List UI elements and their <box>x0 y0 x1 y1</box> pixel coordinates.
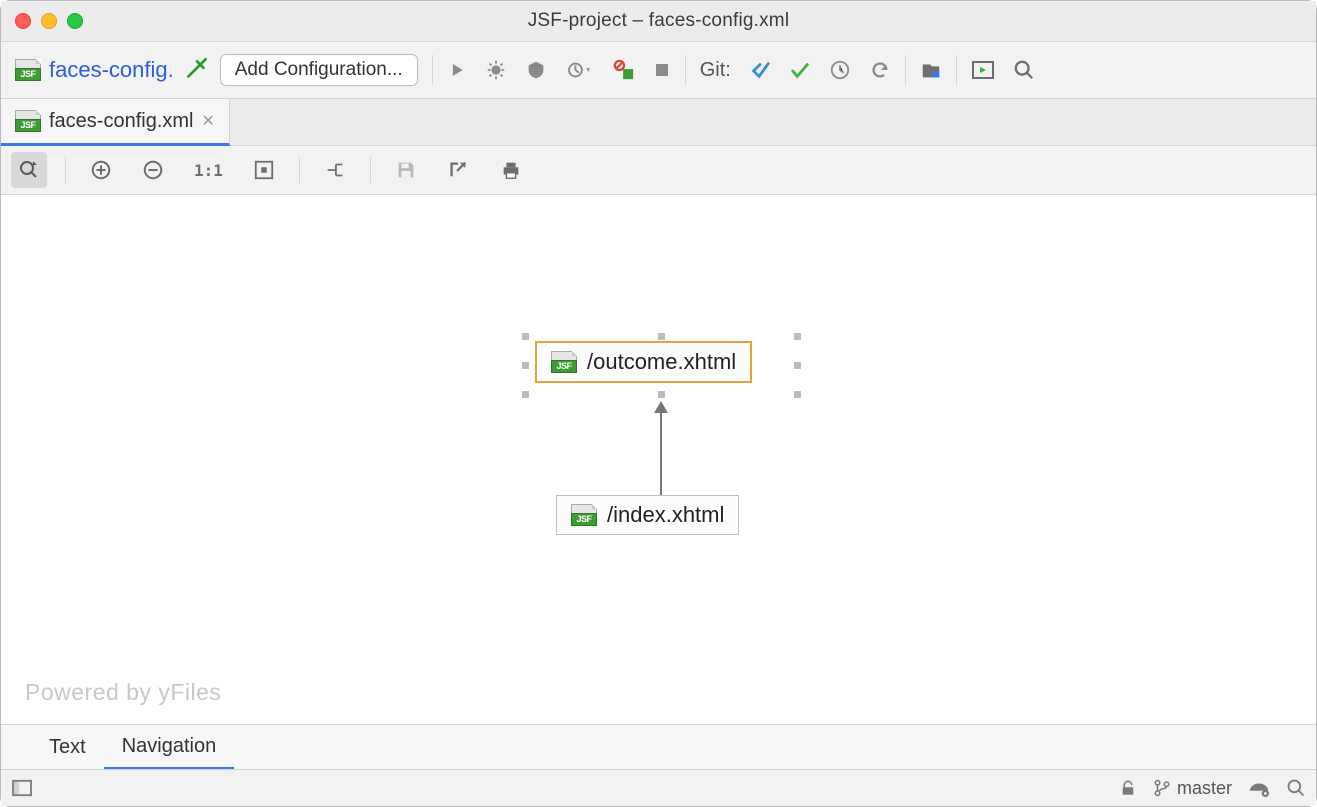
add-configuration-label: Add Configuration... <box>235 59 403 80</box>
zoom-window-button[interactable] <box>67 13 83 29</box>
ide-status-icon[interactable] <box>1248 778 1270 798</box>
separator <box>432 55 433 85</box>
git-label: Git: <box>700 59 731 82</box>
navigation-diagram-canvas[interactable]: JSF /outcome.xhtml JSF /index.xhtml Powe… <box>1 195 1316 724</box>
diagram-node-index[interactable]: JSF /index.xhtml <box>556 495 739 535</box>
editor-tab-label: faces-config.xml <box>49 110 194 133</box>
node-label: /index.xhtml <box>607 502 724 528</box>
diagram-node-outcome[interactable]: JSF /outcome.xhtml <box>535 341 752 383</box>
breadcrumb-file-label: faces-config. <box>49 57 174 83</box>
editor-tabbar: JSF faces-config.xml ✕ <box>1 99 1316 146</box>
build-hammer-icon[interactable] <box>184 57 210 83</box>
debug-icon[interactable] <box>485 59 507 81</box>
subtab-navigation-label: Navigation <box>122 735 217 758</box>
search-everywhere-icon[interactable] <box>1013 59 1035 81</box>
jsf-file-icon: JSF <box>551 351 577 373</box>
jsf-file-icon: JSF <box>571 504 597 526</box>
selection-handle[interactable] <box>794 333 801 340</box>
vcs-rollback-icon[interactable] <box>869 59 891 81</box>
git-branch-widget[interactable]: master <box>1153 778 1232 799</box>
powered-by-label: Powered by yFiles <box>25 679 221 706</box>
project-structure-icon[interactable] <box>920 59 942 81</box>
print-diagram-icon[interactable] <box>493 153 529 187</box>
save-diagram-icon[interactable] <box>389 153 423 187</box>
separator <box>299 157 300 183</box>
jsf-file-icon: JSF <box>15 59 41 81</box>
selection-handle[interactable] <box>522 362 529 369</box>
edge-arrowhead <box>654 401 668 413</box>
editor-tab-faces-config[interactable]: JSF faces-config.xml ✕ <box>1 99 230 146</box>
subtab-text-label: Text <box>49 736 86 759</box>
status-search-icon[interactable] <box>1286 778 1306 798</box>
selection-handle[interactable] <box>522 333 529 340</box>
separator <box>905 55 906 85</box>
minimize-window-button[interactable] <box>41 13 57 29</box>
selection-handle[interactable] <box>658 333 665 340</box>
git-branch-label: master <box>1177 778 1232 799</box>
refresh-diagram-icon[interactable] <box>11 152 47 188</box>
diagram-edge[interactable] <box>660 413 662 495</box>
main-toolbar: JSF faces-config. Add Configuration... G <box>1 42 1316 99</box>
stop-icon[interactable] <box>653 61 671 79</box>
window-controls <box>15 13 83 29</box>
stop-rerun-icon[interactable] <box>613 59 635 81</box>
fit-content-icon[interactable] <box>247 153 281 187</box>
vcs-group: Git: <box>700 59 891 82</box>
selection-handle[interactable] <box>658 391 665 398</box>
close-tab-icon[interactable]: ✕ <box>202 111 215 131</box>
window-title: JSF-project – faces-config.xml <box>1 10 1316 32</box>
right-tool-group <box>920 59 942 81</box>
subtab-navigation[interactable]: Navigation <box>104 725 235 770</box>
run-debug-group <box>447 59 671 81</box>
vcs-commit-icon[interactable] <box>789 59 811 81</box>
add-configuration-button[interactable]: Add Configuration... <box>220 54 418 86</box>
close-window-button[interactable] <box>15 13 31 29</box>
node-label: /outcome.xhtml <box>587 349 736 375</box>
subtab-text[interactable]: Text <box>31 725 104 769</box>
vcs-history-icon[interactable] <box>829 59 851 81</box>
nav-breadcrumb[interactable]: JSF faces-config. <box>15 57 174 83</box>
run-coverage-icon[interactable] <box>525 59 547 81</box>
run-icon[interactable] <box>447 60 467 80</box>
editor-subtab-bar: Text Navigation <box>1 724 1316 769</box>
jsf-file-icon: JSF <box>15 110 41 132</box>
selection-handle[interactable] <box>794 391 801 398</box>
lock-icon[interactable] <box>1119 779 1137 797</box>
export-diagram-icon[interactable] <box>441 153 475 187</box>
vcs-update-icon[interactable] <box>749 59 771 81</box>
selection-handle[interactable] <box>794 362 801 369</box>
separator <box>685 55 686 85</box>
titlebar: JSF-project – faces-config.xml <box>1 1 1316 42</box>
layout-icon[interactable] <box>318 153 352 187</box>
diagram-toolbar: 1:1 <box>1 146 1316 195</box>
toggle-toolwindow-icon[interactable] <box>11 779 33 797</box>
separator <box>370 157 371 183</box>
selection-handle[interactable] <box>522 391 529 398</box>
separator <box>65 157 66 183</box>
right-tool-group-2 <box>971 58 1035 82</box>
zoom-out-icon[interactable] <box>136 153 170 187</box>
status-bar: master <box>1 769 1316 806</box>
separator <box>956 55 957 85</box>
profile-dropdown-icon[interactable] <box>565 59 595 81</box>
run-anything-icon[interactable] <box>971 58 995 82</box>
actual-size-icon[interactable]: 1:1 <box>188 155 229 186</box>
zoom-in-icon[interactable] <box>84 153 118 187</box>
